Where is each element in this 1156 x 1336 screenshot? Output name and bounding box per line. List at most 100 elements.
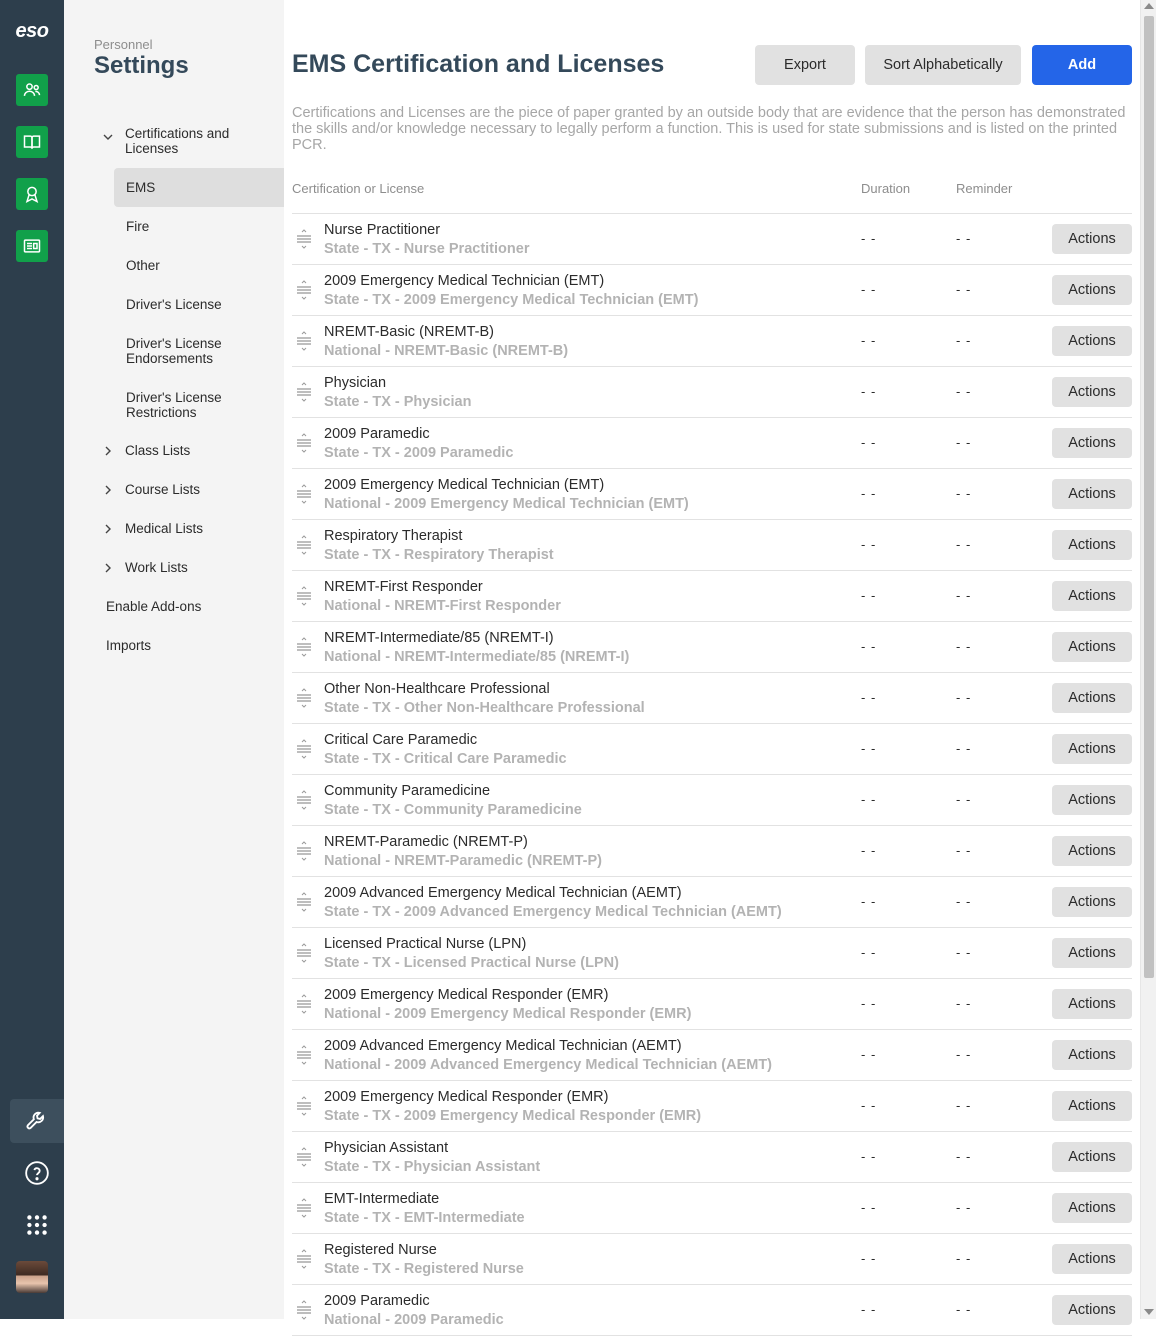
actions-button[interactable]: Actions bbox=[1052, 1295, 1132, 1325]
drag-handle-icon[interactable] bbox=[294, 637, 314, 657]
sidebar-item-enable-add-ons[interactable]: Enable Add-ons bbox=[106, 599, 201, 614]
breadcrumb[interactable]: Personnel bbox=[94, 37, 153, 52]
duration-value: - - bbox=[861, 282, 877, 297]
duration-value: - - bbox=[861, 639, 877, 654]
chevron-right-icon bbox=[105, 524, 111, 534]
drag-handle-icon[interactable] bbox=[294, 382, 314, 402]
table-row: 2009 Emergency Medical Technician (EMT) N… bbox=[292, 469, 1132, 520]
sidebar-item-imports[interactable]: Imports bbox=[106, 638, 151, 653]
certification-name: Critical Care Paramedic bbox=[324, 732, 478, 748]
certification-name: Registered Nurse bbox=[324, 1242, 437, 1258]
certification-source: National - 2009 Paramedic bbox=[324, 1312, 504, 1328]
avatar[interactable] bbox=[16, 1261, 48, 1293]
eso-logo[interactable]: eso bbox=[0, 20, 64, 43]
actions-button[interactable]: Actions bbox=[1052, 428, 1132, 458]
actions-button[interactable]: Actions bbox=[1052, 785, 1132, 815]
duration-value: - - bbox=[861, 792, 877, 807]
sidebar-item-drivers-license-endorsements[interactable]: Driver's License Endorsements bbox=[114, 336, 244, 366]
drag-handle-icon[interactable] bbox=[294, 229, 314, 249]
newspaper-icon[interactable] bbox=[16, 230, 48, 262]
duration-value: - - bbox=[861, 945, 877, 960]
drag-handle-icon[interactable] bbox=[294, 994, 314, 1014]
drag-handle-icon[interactable] bbox=[294, 892, 314, 912]
chevron-right-icon bbox=[105, 563, 111, 573]
main-content: EMS Certification and Licenses Export So… bbox=[284, 0, 1140, 1336]
drag-handle-icon[interactable] bbox=[294, 841, 314, 861]
table-row: NREMT-Basic (NREMT-B) National - NREMT-Ba… bbox=[292, 316, 1132, 367]
actions-button[interactable]: Actions bbox=[1052, 938, 1132, 968]
actions-button[interactable]: Actions bbox=[1052, 224, 1132, 254]
drag-handle-icon[interactable] bbox=[294, 280, 314, 300]
actions-button[interactable]: Actions bbox=[1052, 683, 1132, 713]
column-header-duration: Duration bbox=[861, 181, 911, 196]
book-icon[interactable] bbox=[16, 126, 48, 158]
drag-handle-icon[interactable] bbox=[294, 484, 314, 504]
sidebar-item-fire[interactable]: Fire bbox=[114, 219, 284, 234]
actions-button[interactable]: Actions bbox=[1052, 734, 1132, 764]
certification-name: NREMT-Intermediate/85 (NREMT-I) bbox=[324, 630, 554, 646]
reminder-value: - - bbox=[956, 1098, 972, 1113]
table-row: Licensed Practical Nurse (LPN) State - TX… bbox=[292, 928, 1132, 979]
certification-name: NREMT-First Responder bbox=[324, 579, 483, 595]
table-row: 2009 Emergency Medical Responder (EMR) St… bbox=[292, 1081, 1132, 1132]
drag-handle-icon[interactable] bbox=[294, 688, 314, 708]
drag-handle-icon[interactable] bbox=[294, 739, 314, 759]
actions-button[interactable]: Actions bbox=[1052, 1091, 1132, 1121]
drag-handle-icon[interactable] bbox=[294, 1198, 314, 1218]
drag-handle-icon[interactable] bbox=[294, 1096, 314, 1116]
actions-button[interactable]: Actions bbox=[1052, 836, 1132, 866]
sidebar-item-drivers-license-restrictions[interactable]: Driver's License Restrictions bbox=[114, 390, 244, 420]
wrench-icon[interactable] bbox=[10, 1099, 64, 1143]
actions-button[interactable]: Actions bbox=[1052, 479, 1132, 509]
sidebar-item-other[interactable]: Other bbox=[114, 258, 284, 273]
table-row: 2009 Paramedic National - 2009 Paramedic -… bbox=[292, 1285, 1132, 1336]
reminder-value: - - bbox=[956, 435, 972, 450]
drag-handle-icon[interactable] bbox=[294, 1147, 314, 1167]
people-icon[interactable] bbox=[16, 74, 48, 106]
actions-button[interactable]: Actions bbox=[1052, 887, 1132, 917]
table-row: Registered Nurse State - TX - Registered … bbox=[292, 1234, 1132, 1285]
sidebar-item-ems[interactable]: EMS bbox=[114, 168, 284, 207]
actions-button[interactable]: Actions bbox=[1052, 1244, 1132, 1274]
scroll-down-icon[interactable] bbox=[1144, 1309, 1154, 1315]
actions-button[interactable]: Actions bbox=[1052, 581, 1132, 611]
scroll-up-icon[interactable] bbox=[1144, 3, 1154, 9]
reminder-value: - - bbox=[956, 486, 972, 501]
drag-handle-icon[interactable] bbox=[294, 586, 314, 606]
table-row: Physician Assistant State - TX - Physicia… bbox=[292, 1132, 1132, 1183]
certification-name: NREMT-Basic (NREMT-B) bbox=[324, 324, 494, 340]
duration-value: - - bbox=[861, 384, 877, 399]
drag-handle-icon[interactable] bbox=[294, 1300, 314, 1320]
sidebar-group-label: Medical Lists bbox=[125, 521, 204, 536]
drag-handle-icon[interactable] bbox=[294, 1249, 314, 1269]
actions-button[interactable]: Actions bbox=[1052, 1142, 1132, 1172]
add-button[interactable]: Add bbox=[1032, 45, 1132, 85]
award-icon[interactable] bbox=[16, 178, 48, 210]
help-icon[interactable] bbox=[10, 1151, 64, 1195]
actions-button[interactable]: Actions bbox=[1052, 1040, 1132, 1070]
drag-handle-icon[interactable] bbox=[294, 331, 314, 351]
certification-source: State - TX - 2009 Paramedic bbox=[324, 445, 514, 461]
actions-button[interactable]: Actions bbox=[1052, 326, 1132, 356]
sort-alphabetically-button[interactable]: Sort Alphabetically bbox=[865, 45, 1021, 85]
scrollbar[interactable] bbox=[1140, 0, 1156, 1319]
export-button[interactable]: Export bbox=[755, 45, 855, 85]
actions-button[interactable]: Actions bbox=[1052, 632, 1132, 662]
sidebar-item-drivers-license[interactable]: Driver's License bbox=[114, 297, 284, 312]
drag-handle-icon[interactable] bbox=[294, 790, 314, 810]
scrollbar-thumb[interactable] bbox=[1144, 16, 1154, 978]
actions-button[interactable]: Actions bbox=[1052, 1193, 1132, 1223]
drag-handle-icon[interactable] bbox=[294, 1045, 314, 1065]
page-description: Certifications and Licenses are the piec… bbox=[292, 105, 1126, 153]
actions-button[interactable]: Actions bbox=[1052, 275, 1132, 305]
actions-button[interactable]: Actions bbox=[1052, 530, 1132, 560]
chevron-right-icon bbox=[105, 485, 111, 495]
actions-button[interactable]: Actions bbox=[1052, 989, 1132, 1019]
drag-handle-icon[interactable] bbox=[294, 943, 314, 963]
apps-grid-icon[interactable] bbox=[10, 1203, 64, 1247]
actions-button[interactable]: Actions bbox=[1052, 377, 1132, 407]
drag-handle-icon[interactable] bbox=[294, 433, 314, 453]
drag-handle-icon[interactable] bbox=[294, 535, 314, 555]
certification-source: National - NREMT-Intermediate/85 (NREMT-… bbox=[324, 649, 630, 665]
certification-source: National - 2009 Advanced Emergency Medic… bbox=[324, 1057, 773, 1073]
